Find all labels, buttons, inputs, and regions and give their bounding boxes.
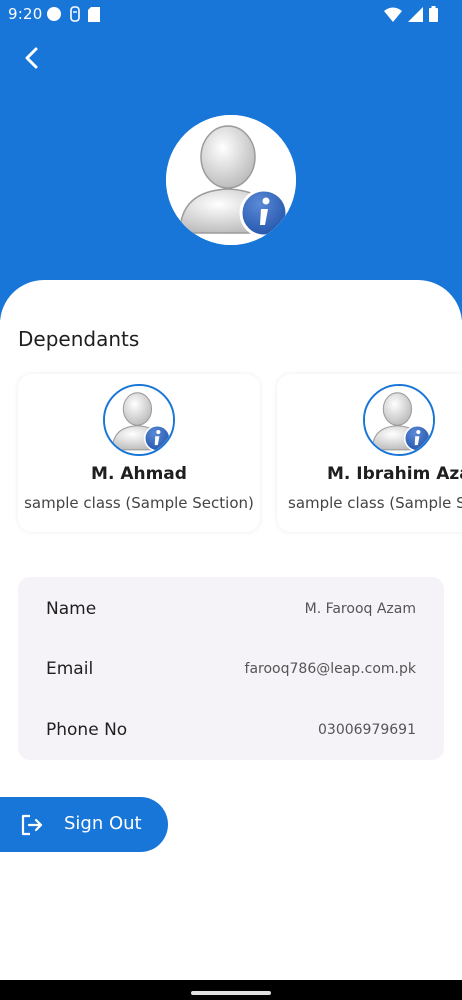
info-row-name: Name M. Farooq Azam	[46, 594, 416, 624]
status-icons-right	[384, 6, 438, 22]
sign-out-label: Sign Out	[64, 813, 142, 834]
usb-icon	[70, 6, 80, 22]
status-icons-left	[46, 6, 100, 22]
user-info-avatar-icon	[365, 386, 433, 454]
dependant-class: sample class (Sample Section)	[288, 494, 462, 512]
dependant-name: M. Ibrahim Azam	[327, 464, 462, 484]
info-row-email: Email farooq786@leap.com.pk	[46, 654, 416, 684]
sd-card-icon	[88, 6, 100, 22]
dependant-card[interactable]: M. Ibrahim Azam sample class (Sample Sec…	[277, 374, 462, 532]
signal-icon	[408, 6, 423, 22]
logout-icon	[21, 814, 43, 836]
content-sheet: Dependants M. Ahmad sample class (Sample…	[0, 280, 462, 980]
home-indicator[interactable]	[191, 991, 271, 995]
status-time: 9:20	[8, 5, 43, 23]
user-info-card: Name M. Farooq Azam Email farooq786@leap…	[18, 577, 444, 760]
dependant-class: sample class (Sample Section)	[24, 494, 254, 512]
system-nav-bar	[0, 980, 462, 1000]
wifi-icon	[384, 7, 402, 22]
info-value: M. Farooq Azam	[304, 601, 416, 617]
info-label: Email	[46, 659, 94, 679]
info-value: farooq786@leap.com.pk	[244, 661, 416, 677]
battery-icon	[429, 6, 438, 22]
dependant-avatar	[363, 384, 435, 456]
dependant-avatar	[103, 384, 175, 456]
user-info-avatar-icon	[105, 386, 173, 454]
sign-out-button[interactable]: Sign Out	[0, 797, 168, 852]
chevron-left-icon	[25, 47, 38, 69]
profile-header: 9:20	[0, 0, 462, 320]
back-button[interactable]	[14, 40, 50, 76]
user-info-avatar-icon	[166, 115, 296, 245]
dependants-title: Dependants	[18, 327, 140, 351]
info-value: 03006979691	[318, 722, 416, 738]
record-icon	[47, 7, 61, 21]
profile-avatar	[166, 115, 296, 245]
info-label: Phone No	[46, 720, 128, 740]
info-label: Name	[46, 599, 97, 619]
dependant-card[interactable]: M. Ahmad sample class (Sample Section)	[18, 374, 260, 532]
info-row-phone: Phone No 03006979691	[46, 715, 416, 745]
dependant-name: M. Ahmad	[91, 464, 187, 484]
status-bar: 9:20	[0, 0, 462, 30]
